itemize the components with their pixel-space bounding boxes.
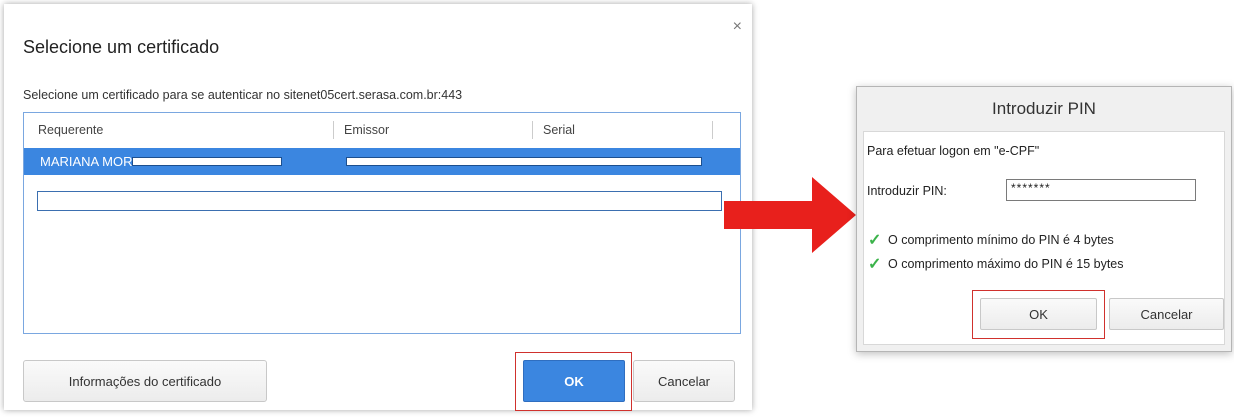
certificate-subject-name: MARIANA MORO — [40, 154, 143, 169]
column-header-requerente[interactable]: Requerente — [38, 123, 103, 137]
column-divider[interactable] — [333, 121, 334, 139]
highlight-box — [515, 352, 632, 411]
certificate-info-button[interactable]: Informações do certificado — [23, 360, 267, 402]
table-header: Requerente Emissor Serial — [24, 113, 740, 147]
cancel-button[interactable]: Cancelar — [633, 360, 735, 402]
red-arrow-icon — [724, 177, 856, 253]
highlight-box — [972, 290, 1105, 339]
dialog-title: Selecione um certificado — [23, 37, 220, 57]
logon-text: Para efetuar logon em "e-CPF" — [867, 144, 1040, 158]
pin-input[interactable]: ******* — [1006, 179, 1196, 201]
table-row[interactable] — [37, 191, 722, 211]
pin-rule-max: O comprimento máximo do PIN é 15 bytes — [888, 257, 1124, 271]
cancel-button[interactable]: Cancelar — [1109, 298, 1224, 330]
column-header-emissor[interactable]: Emissor — [344, 123, 389, 137]
pin-dialog: Introduzir PIN Para efetuar logon em "e-… — [856, 86, 1232, 352]
pin-dialog-body: Para efetuar logon em "e-CPF" Introduzir… — [863, 131, 1225, 345]
redacted-issuer-serial — [346, 157, 702, 166]
column-divider[interactable] — [532, 121, 533, 139]
check-icon: ✓ — [868, 256, 882, 273]
pin-label: Introduzir PIN: — [867, 184, 947, 198]
certificate-table: Requerente Emissor Serial MARIANA MORO — [23, 112, 741, 334]
redacted-subject — [132, 157, 282, 166]
dialog-subtitle: Selecione um certificado para se autenti… — [23, 88, 463, 102]
table-row-selected[interactable]: MARIANA MORO — [24, 148, 740, 175]
column-header-serial[interactable]: Serial — [543, 123, 575, 137]
close-icon[interactable]: × — [733, 18, 742, 36]
pin-dialog-title: Introduzir PIN — [857, 87, 1231, 131]
column-divider[interactable] — [712, 121, 713, 139]
pin-rule-min: O comprimento mínimo do PIN é 4 bytes — [888, 233, 1114, 247]
check-icon: ✓ — [868, 232, 882, 249]
certificate-dialog: × Selecione um certificado Selecione um … — [4, 4, 752, 411]
